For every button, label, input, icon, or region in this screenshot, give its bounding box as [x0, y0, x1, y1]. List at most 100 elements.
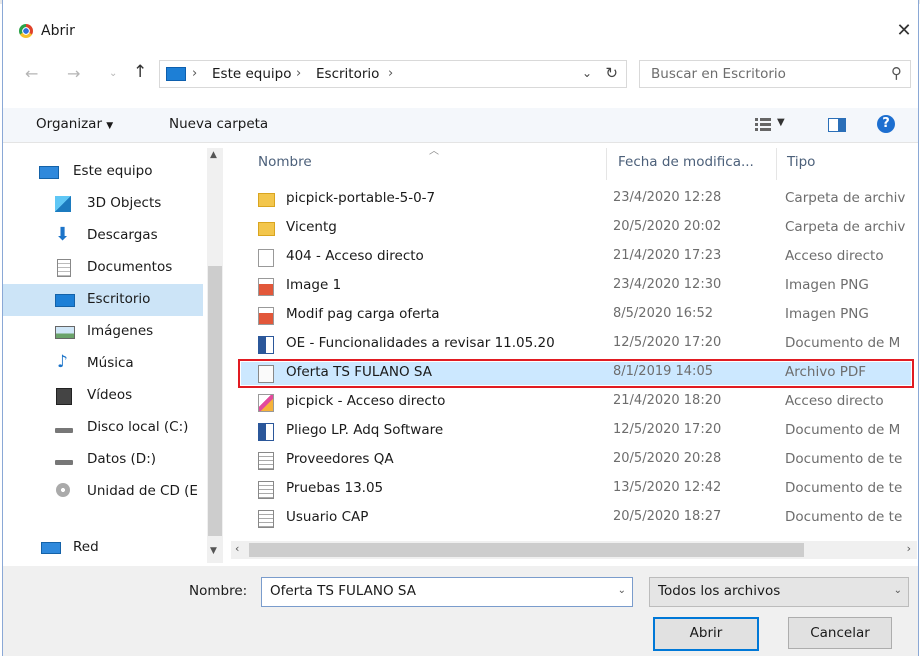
- up-arrow-icon[interactable]: ↑: [133, 62, 147, 82]
- forward-arrow-icon[interactable]: →: [67, 64, 80, 83]
- file-name: Modif pag carga oferta: [286, 306, 440, 322]
- chevron-down-icon[interactable]: ⌄: [618, 585, 626, 596]
- preview-pane-icon[interactable]: [828, 118, 846, 132]
- list-item[interactable]: picpick-portable-5-0-7 23/4/2020 12:28 C…: [241, 188, 911, 211]
- file-name: Proveedores QA: [286, 451, 394, 467]
- file-name: picpick-portable-5-0-7: [286, 190, 436, 206]
- scroll-down-icon[interactable]: ▼: [210, 546, 217, 556]
- scroll-up-icon[interactable]: ▲: [210, 150, 217, 160]
- sidebar-scroll-thumb[interactable]: [208, 266, 222, 536]
- search-placeholder: Buscar en Escritorio: [651, 66, 786, 82]
- drive-icon: [55, 460, 73, 465]
- sidebar-item-label: Vídeos: [87, 387, 133, 403]
- sidebar-item-descargas[interactable]: ⬇ Descargas: [3, 220, 203, 252]
- file-date: 20/5/2020 20:02: [613, 219, 722, 234]
- sidebar-item-escritorio[interactable]: Escritorio: [3, 284, 203, 316]
- sidebar-item-musica[interactable]: ♪ Música: [3, 348, 203, 380]
- command-toolbar: Organizar ▼ Nueva carpeta ▼ ?: [3, 108, 918, 143]
- file-type: Imagen PNG: [785, 306, 869, 322]
- horizontal-scrollbar[interactable]: ‹ ›: [231, 541, 917, 559]
- file-type: Documento de M: [785, 422, 901, 438]
- horizontal-scroll-thumb[interactable]: [249, 543, 804, 557]
- sidebar-item-videos[interactable]: Vídeos: [3, 380, 203, 412]
- chevron-down-icon: ⌄: [893, 585, 902, 596]
- breadcrumb-escritorio[interactable]: Escritorio: [316, 66, 379, 82]
- file-date: 21/4/2020 18:20: [613, 393, 722, 408]
- caret-down-icon: ▼: [106, 121, 114, 131]
- caret-down-icon[interactable]: ▼: [777, 117, 785, 128]
- network-icon: [41, 542, 61, 554]
- word-doc-icon: [258, 336, 274, 354]
- refresh-icon[interactable]: ↻: [605, 64, 618, 82]
- text-file-icon: [258, 510, 274, 528]
- download-icon: ⬇: [55, 224, 71, 245]
- scroll-right-icon[interactable]: ›: [907, 542, 911, 555]
- sidebar-item-label: Red: [73, 539, 99, 555]
- back-arrow-icon[interactable]: ←: [25, 64, 38, 83]
- list-item-selected[interactable]: Oferta TS FULANO SA 8/1/2019 14:05 Archi…: [238, 359, 914, 388]
- sidebar-item-unidad-cd[interactable]: Unidad de CD (E: [3, 476, 203, 508]
- chrome-icon: [19, 24, 33, 38]
- list-item[interactable]: Modif pag carga oferta 8/5/2020 16:52 Im…: [241, 304, 911, 327]
- help-icon[interactable]: ?: [877, 115, 895, 133]
- column-divider[interactable]: [606, 148, 607, 180]
- list-item[interactable]: OE - Funcionalidades a revisar 11.05.20 …: [241, 333, 911, 356]
- file-type-select[interactable]: Todos los archivos ⌄: [649, 577, 909, 607]
- list-item[interactable]: Usuario CAP 20/5/2020 18:27 Documento de…: [241, 507, 911, 530]
- close-button[interactable]: ✕: [894, 20, 914, 42]
- new-folder-button[interactable]: Nueva carpeta: [169, 116, 268, 132]
- list-item[interactable]: Pliego LP. Adq Software 12/5/2020 17:20 …: [241, 420, 911, 443]
- title-bar: Abrir ✕: [3, 12, 918, 48]
- drive-icon: [55, 428, 73, 433]
- column-header-date[interactable]: Fecha de modifica...: [618, 154, 754, 170]
- image-file-icon: [258, 278, 274, 296]
- file-date: 20/5/2020 18:27: [613, 509, 722, 524]
- file-name: Oferta TS FULANO SA: [286, 364, 432, 380]
- sidebar-item-red[interactable]: Red: [3, 532, 203, 564]
- file-type: Imagen PNG: [785, 277, 869, 293]
- file-date: 12/5/2020 17:20: [613, 422, 722, 437]
- column-header-type[interactable]: Tipo: [787, 154, 815, 170]
- 3d-objects-icon: [55, 196, 71, 212]
- file-type: Carpeta de archiv: [785, 219, 906, 235]
- column-divider[interactable]: [776, 148, 777, 180]
- open-button[interactable]: Abrir: [653, 617, 759, 651]
- pdf-file-icon: [258, 365, 274, 383]
- sidebar-item-disco-local[interactable]: Disco local (C:): [3, 412, 203, 444]
- filename-label: Nombre:: [189, 583, 248, 599]
- sidebar-item-imagenes[interactable]: Imágenes: [3, 316, 203, 348]
- address-dropdown-icon[interactable]: ⌄: [582, 66, 592, 80]
- list-item[interactable]: picpick - Acceso directo 21/4/2020 18:20…: [241, 391, 911, 414]
- file-date: 8/1/2019 14:05: [613, 364, 713, 379]
- filename-value: Oferta TS FULANO SA: [270, 583, 416, 599]
- sidebar-item-label: Imágenes: [87, 323, 154, 339]
- list-item[interactable]: 404 - Acceso directo 21/4/2020 17:23 Acc…: [241, 246, 911, 269]
- sidebar-item-documentos[interactable]: Documentos: [3, 252, 203, 284]
- list-item[interactable]: Proveedores QA 20/5/2020 20:28 Documento…: [241, 449, 911, 472]
- list-item[interactable]: Vicentg 20/5/2020 20:02 Carpeta de archi…: [241, 217, 911, 240]
- recent-locations-chevron-icon[interactable]: ⌄: [109, 68, 117, 79]
- file-type: Documento de te: [785, 480, 903, 496]
- word-doc-icon: [258, 423, 274, 441]
- filename-input[interactable]: Oferta TS FULANO SA ⌄: [261, 577, 633, 607]
- sidebar-item-3d-objects[interactable]: 3D Objects: [3, 188, 203, 220]
- organize-menu[interactable]: Organizar ▼: [36, 116, 113, 132]
- sidebar-item-label: Descargas: [87, 227, 158, 243]
- search-input[interactable]: Buscar en Escritorio ⚲: [639, 60, 911, 88]
- sidebar-scrollbar[interactable]: ▲ ▼: [207, 148, 223, 563]
- file-date: 12/5/2020 17:20: [613, 335, 722, 350]
- list-item[interactable]: Pruebas 13.05 13/5/2020 12:42 Documento …: [241, 478, 911, 501]
- pictures-icon: [55, 326, 75, 339]
- column-header-name[interactable]: Nombre: [258, 154, 312, 170]
- list-item[interactable]: Image 1 23/4/2020 12:30 Imagen PNG: [241, 275, 911, 298]
- navigation-pane: Este equipo 3D Objects ⬇ Descargas Docum…: [3, 148, 225, 563]
- scroll-left-icon[interactable]: ‹: [235, 542, 239, 555]
- address-bar[interactable]: › Este equipo › Escritorio › ⌄ ↻: [159, 60, 627, 88]
- sidebar-item-datos[interactable]: Datos (D:): [3, 444, 203, 476]
- sidebar-item-este-equipo[interactable]: Este equipo: [3, 156, 203, 188]
- folder-icon: [258, 193, 275, 207]
- view-options-icon[interactable]: [755, 118, 771, 131]
- cancel-button[interactable]: Cancelar: [788, 617, 892, 649]
- breadcrumb-este-equipo[interactable]: Este equipo: [212, 66, 291, 82]
- dialog-title: Abrir: [41, 23, 75, 39]
